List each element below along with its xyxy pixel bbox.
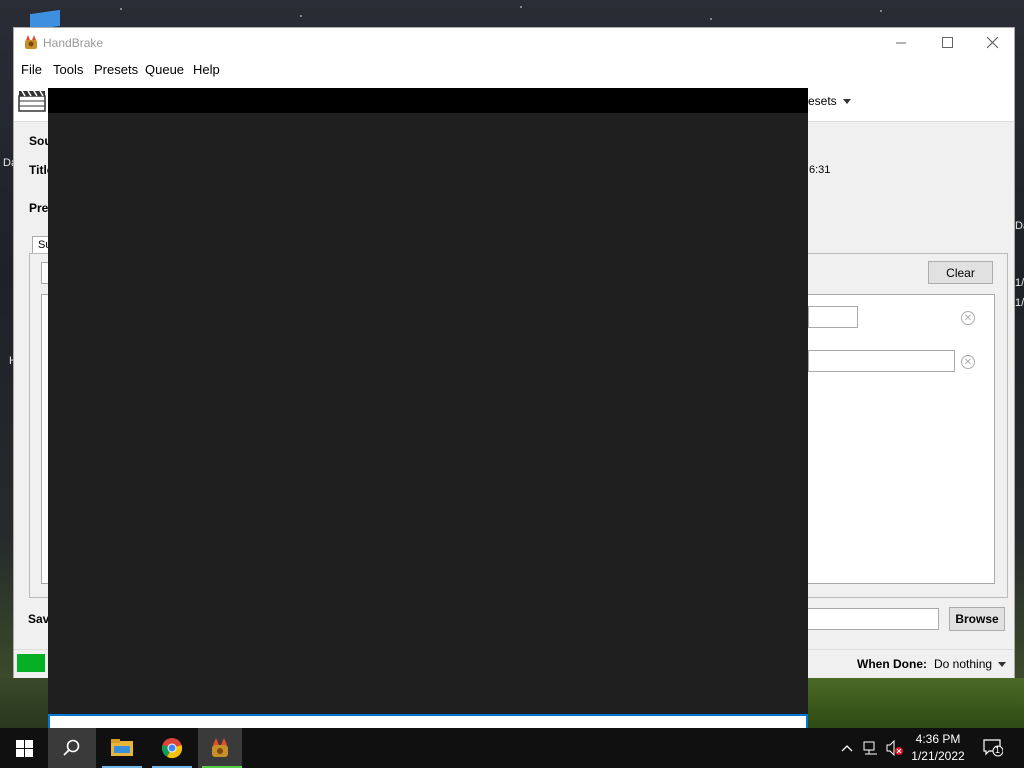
chevron-up-icon bbox=[841, 745, 853, 752]
search-button[interactable] bbox=[48, 728, 96, 768]
open-source-clapperboard-icon[interactable] bbox=[18, 90, 46, 112]
menu-tools[interactable]: Tools bbox=[53, 62, 83, 77]
volume-muted-icon bbox=[886, 740, 903, 756]
list-field[interactable] bbox=[808, 350, 955, 372]
minimize-button[interactable] bbox=[878, 28, 924, 57]
desktop-icon-label: Da bbox=[1015, 220, 1024, 232]
handbrake-taskbar-button[interactable] bbox=[198, 728, 242, 768]
notification-count: 1 bbox=[995, 745, 1001, 755]
show-hidden-icons-button[interactable] bbox=[838, 728, 856, 768]
chevron-down-icon bbox=[842, 99, 851, 105]
desktop-icon-label: 1/ bbox=[1015, 297, 1024, 309]
progress-indicator bbox=[17, 654, 45, 672]
volume-button[interactable] bbox=[884, 728, 906, 768]
maximize-button[interactable] bbox=[924, 28, 970, 57]
clock-time: 4:36 PM bbox=[915, 732, 961, 746]
list-field[interactable] bbox=[808, 306, 858, 328]
toolbar-presets-label: resets bbox=[804, 94, 837, 108]
desktop-wallpaper-grass bbox=[808, 678, 1024, 728]
when-done-label: When Done: bbox=[857, 657, 927, 671]
menu-bar: File Tools Presets Queue Help bbox=[14, 57, 1014, 81]
taskbar-clock[interactable]: 4:36 PM 1/21/2022 bbox=[906, 731, 970, 765]
windows-logo-icon bbox=[15, 739, 33, 757]
remove-icon[interactable]: ✕ bbox=[961, 311, 975, 325]
toolbar-presets-button[interactable]: resets bbox=[804, 94, 851, 108]
clock-date: 1/21/2022 bbox=[911, 749, 965, 763]
start-button[interactable] bbox=[0, 728, 48, 768]
when-done-dropdown[interactable]: Do nothing bbox=[934, 657, 1007, 671]
search-panel-header bbox=[48, 88, 808, 113]
close-icon bbox=[987, 36, 999, 48]
menu-file[interactable]: File bbox=[21, 62, 42, 77]
file-explorer-button[interactable] bbox=[98, 728, 146, 768]
maximize-icon bbox=[941, 37, 953, 48]
window-title: HandBrake bbox=[43, 36, 104, 50]
chevron-down-icon bbox=[998, 662, 1007, 668]
remove-icon[interactable]: ✕ bbox=[961, 355, 975, 369]
desktop-icon-label: 1/ bbox=[1015, 277, 1024, 289]
desktop-star bbox=[120, 8, 122, 10]
handbrake-icon bbox=[212, 738, 228, 757]
menu-help[interactable]: Help bbox=[193, 62, 220, 77]
title-bar[interactable]: HandBrake bbox=[14, 28, 1014, 57]
search-icon bbox=[63, 739, 80, 756]
destination-file-input[interactable] bbox=[807, 608, 939, 630]
desktop-star bbox=[880, 10, 882, 12]
title-duration: 6:31 bbox=[809, 164, 831, 176]
clear-button[interactable]: Clear bbox=[928, 261, 993, 284]
handbrake-logo-icon bbox=[25, 35, 37, 49]
preset-label: Pre bbox=[29, 201, 49, 215]
menu-queue[interactable]: Queue bbox=[145, 62, 184, 77]
action-center-button[interactable]: 1 bbox=[980, 728, 1006, 768]
network-button[interactable] bbox=[860, 728, 882, 768]
desktop-star bbox=[300, 15, 302, 17]
minimize-icon bbox=[895, 42, 906, 44]
chrome-button[interactable] bbox=[148, 728, 196, 768]
chrome-icon bbox=[161, 738, 183, 759]
network-icon bbox=[863, 741, 877, 755]
desktop-star bbox=[710, 18, 712, 20]
menu-presets[interactable]: Presets bbox=[94, 62, 138, 77]
file-explorer-icon bbox=[111, 739, 133, 756]
taskbar: 4:36 PM 1/21/2022 1 bbox=[0, 728, 1024, 768]
browse-button[interactable]: Browse bbox=[949, 607, 1005, 631]
when-done-value: Do nothing bbox=[934, 657, 993, 671]
search-panel bbox=[48, 88, 808, 730]
close-button[interactable] bbox=[970, 28, 1016, 57]
desktop-star bbox=[520, 6, 522, 8]
